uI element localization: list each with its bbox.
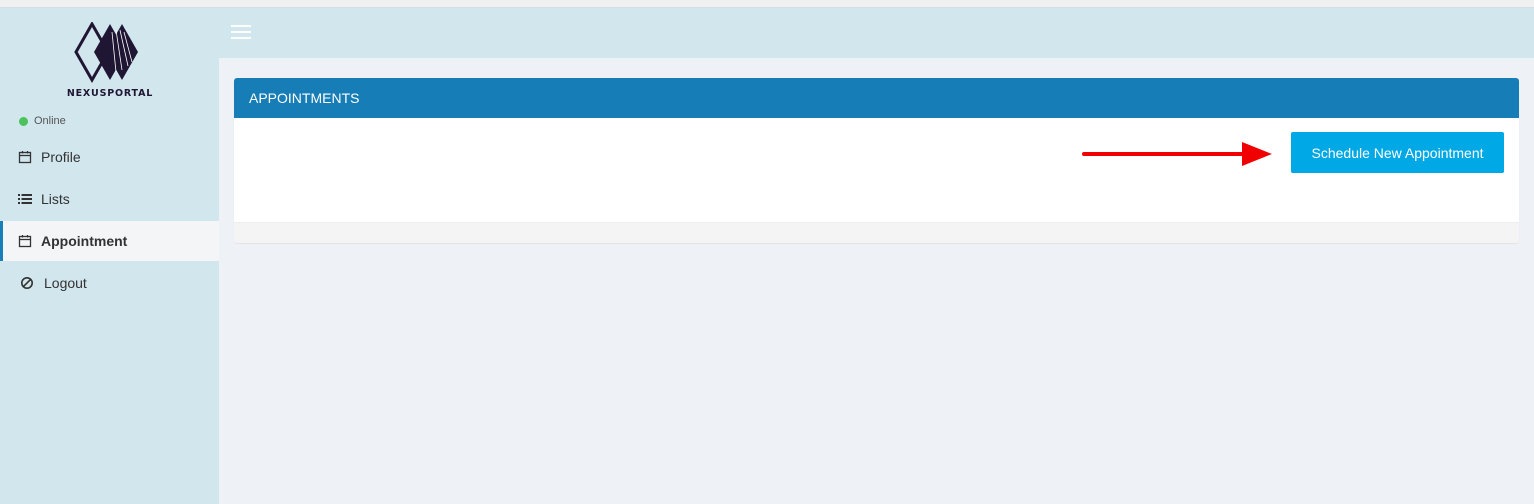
appointments-panel: APPOINTMENTS Schedule New Appointment	[234, 78, 1519, 243]
sidebar: NEXUSPORTAL Online Profile Lists Appoint…	[0, 8, 219, 504]
sidebar-item-lists[interactable]: Lists	[0, 179, 219, 219]
sidebar-item-label: Lists	[41, 191, 70, 207]
panel-footer	[234, 222, 1519, 243]
brand-logo: NEXUSPORTAL	[58, 20, 162, 102]
menu-toggle-icon[interactable]	[231, 25, 251, 40]
nexusportal-logo-icon	[74, 20, 138, 84]
sidebar-item-label: Appointment	[41, 233, 128, 249]
sidebar-item-appointment[interactable]: Appointment	[0, 221, 219, 261]
sidebar-item-logout[interactable]: Logout	[0, 263, 219, 303]
calendar-icon	[17, 233, 33, 249]
sidebar-item-label: Profile	[41, 149, 81, 165]
online-status-dot	[19, 116, 28, 126]
brand-name: NEXUSPORTAL	[66, 88, 154, 99]
browser-top-strip	[0, 0, 1534, 8]
calendar-icon	[17, 149, 33, 165]
top-navbar	[219, 8, 1534, 58]
online-status: Online	[19, 115, 66, 127]
online-status-label: Online	[34, 115, 66, 127]
sidebar-item-profile[interactable]: Profile	[0, 137, 219, 177]
panel-title: APPOINTMENTS	[234, 78, 1519, 118]
ban-icon	[19, 275, 35, 291]
sidebar-item-label: Logout	[44, 275, 87, 291]
annotation-arrow-icon	[1082, 142, 1272, 166]
list-icon	[17, 191, 33, 207]
schedule-new-appointment-button[interactable]: Schedule New Appointment	[1291, 132, 1504, 173]
